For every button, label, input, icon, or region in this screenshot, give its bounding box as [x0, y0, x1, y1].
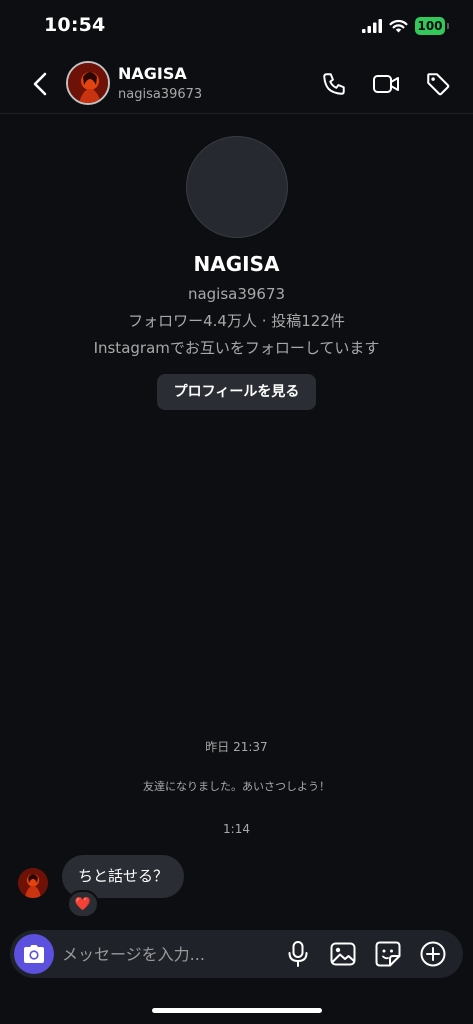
phone-icon [323, 73, 345, 95]
mutual-follow-text: Instagramでお互いをフォローしています [93, 339, 380, 357]
header-name[interactable]: NAGISA [118, 64, 187, 83]
sticker-button[interactable] [374, 940, 402, 968]
header-actions [319, 69, 453, 99]
header-handle[interactable]: nagisa39673 [118, 87, 202, 102]
profile-photo-placeholder[interactable] [185, 136, 288, 238]
avatar-photo [18, 868, 48, 898]
profile-name: NAGISA [193, 252, 280, 276]
dm-thread-screen: 10:54 100 NAGISA nagisa39673 NAGISA nagi… [0, 0, 473, 1024]
status-time: 10:54 [44, 14, 106, 36]
profile-stats: フォロワー4.4万人 · 投稿122件 [128, 312, 345, 330]
chat-header: NAGISA nagisa39673 [0, 52, 473, 114]
avatar-photo [68, 63, 108, 103]
profile-handle: nagisa39673 [187, 285, 286, 303]
status-icons: 100 [362, 17, 449, 35]
timestamp: 昨日 21:37 [205, 740, 268, 754]
message-input[interactable] [62, 939, 282, 969]
system-message: 友達になりました。あいさつしよう！ [143, 780, 330, 793]
header-avatar[interactable] [66, 61, 110, 105]
message-composer [10, 930, 463, 978]
back-chevron-icon [33, 72, 47, 96]
home-indicator[interactable] [152, 1008, 322, 1013]
microphone-icon [288, 941, 308, 967]
composer-tools [284, 940, 447, 968]
gallery-icon [330, 942, 356, 966]
wifi-icon [389, 19, 408, 33]
video-camera-icon [373, 75, 399, 93]
video-call-button[interactable] [371, 69, 401, 99]
add-icon [420, 941, 446, 967]
voice-message-button[interactable] [284, 940, 312, 968]
gallery-button[interactable] [329, 940, 357, 968]
view-profile-button[interactable]: プロフィールを見る [156, 374, 317, 410]
camera-icon [24, 945, 44, 963]
signal-icon [362, 19, 382, 33]
more-options-button[interactable] [419, 940, 447, 968]
camera-button[interactable] [14, 934, 54, 974]
back-button[interactable] [26, 70, 54, 98]
heart-reaction[interactable]: ❤️ [67, 890, 99, 918]
message-sender-avatar[interactable] [18, 868, 48, 898]
timestamp: 1:14 [223, 822, 250, 836]
sticker-icon [375, 941, 401, 967]
tag-icon [427, 73, 450, 96]
status-bar: 10:54 100 [0, 0, 473, 52]
battery-icon: 100 [415, 17, 449, 35]
heart-icon: ❤️ [74, 896, 92, 912]
label-button[interactable] [423, 69, 453, 99]
profile-card: NAGISA nagisa39673 フォロワー4.4万人 · 投稿122件 I… [0, 136, 473, 410]
voice-call-button[interactable] [319, 69, 349, 99]
